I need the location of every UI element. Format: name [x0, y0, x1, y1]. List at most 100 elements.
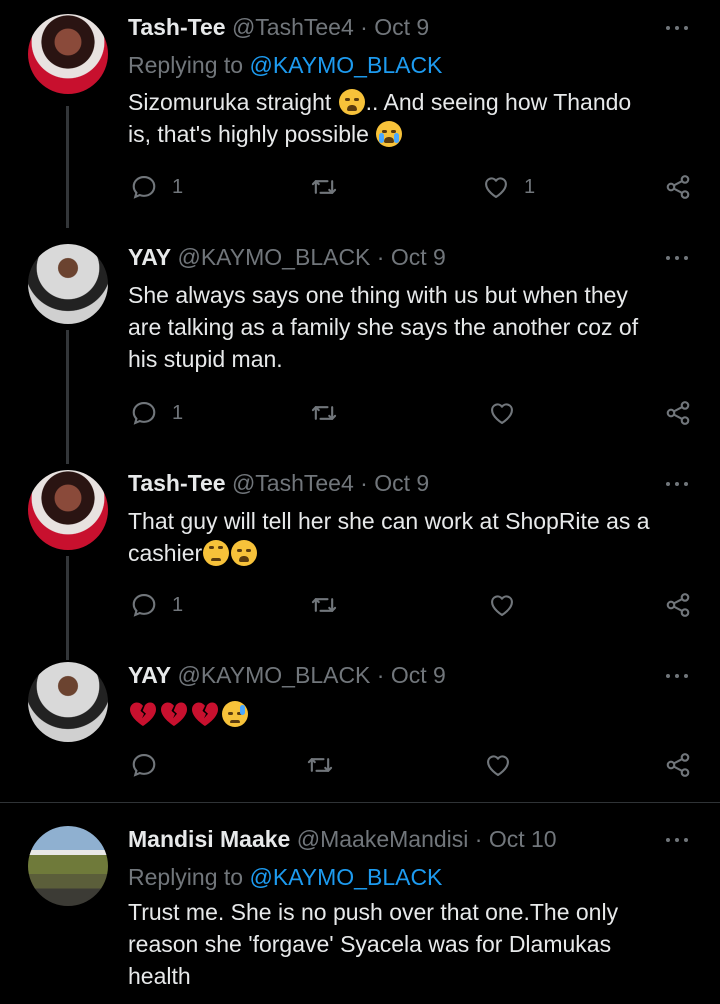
sad-but-relieved-face-emoji: [222, 701, 248, 727]
avatar[interactable]: [28, 470, 108, 550]
reply-button[interactable]: 1: [130, 590, 183, 620]
replying-prefix: Replying to: [128, 52, 244, 78]
display-name[interactable]: Tash-Tee: [128, 470, 226, 496]
display-name[interactable]: Mandisi Maake: [128, 826, 290, 852]
broken-heart-emoji: [159, 700, 189, 728]
like-button[interactable]: [484, 750, 526, 780]
display-name[interactable]: YAY: [128, 244, 171, 270]
tweet-date[interactable]: Oct 9: [391, 244, 446, 270]
user-handle[interactable]: @TashTee4: [232, 14, 354, 40]
text-line: his stupid man.: [128, 346, 283, 372]
more-icon[interactable]: [666, 476, 690, 490]
tweet-4[interactable]: YAY @KAYMO_BLACK · Oct 9: [0, 662, 720, 782]
more-icon[interactable]: [666, 250, 690, 264]
weary-face-emoji: [338, 89, 365, 115]
text-line: are talking as a family she says the ano…: [128, 314, 639, 340]
text-line: She always says one thing with us but wh…: [128, 282, 628, 308]
more-icon[interactable]: [666, 832, 690, 846]
reply-icon: [130, 751, 158, 779]
avatar[interactable]: [28, 826, 108, 906]
avatar[interactable]: [28, 244, 108, 324]
display-name[interactable]: Tash-Tee: [128, 14, 226, 40]
share-icon: [664, 751, 692, 779]
share-button[interactable]: [664, 590, 692, 620]
share-icon: [664, 173, 692, 201]
mention-link[interactable]: @KAYMO_BLACK: [249, 864, 442, 890]
tweet-header: YAY @KAYMO_BLACK · Oct 9: [128, 662, 446, 696]
text-line: health: [128, 963, 191, 989]
text-part: .. And seeing how Thando: [365, 89, 632, 115]
reply-icon: [130, 591, 158, 619]
avatar[interactable]: [28, 14, 108, 94]
conversation-divider: [0, 802, 720, 803]
tweet-2[interactable]: YAY @KAYMO_BLACK · Oct 9 She always says…: [0, 244, 720, 464]
retweet-icon: [306, 751, 334, 779]
like-button[interactable]: 1: [482, 172, 535, 202]
reply-count: 1: [172, 401, 184, 424]
user-handle[interactable]: @KAYMO_BLACK: [177, 662, 370, 688]
more-icon[interactable]: [666, 668, 690, 682]
like-button[interactable]: [488, 398, 530, 428]
tweet-text: That guy will tell her she can work at S…: [128, 505, 688, 569]
display-name[interactable]: YAY: [128, 662, 171, 688]
face-with-rolling-eyes-emoji: [203, 540, 230, 566]
like-button[interactable]: [488, 590, 530, 620]
separator: ·: [376, 662, 385, 688]
separator: ·: [360, 470, 368, 496]
tweet-date[interactable]: Oct 9: [374, 14, 429, 40]
retweet-button[interactable]: [310, 398, 352, 428]
tweet-header: Tash-Tee @TashTee4 · Oct 9: [128, 470, 429, 504]
share-button[interactable]: [664, 750, 692, 780]
tweet-1[interactable]: Tash-Tee @TashTee4 · Oct 9 Replying to @…: [0, 14, 720, 228]
broken-heart-emoji: [190, 700, 220, 728]
tweet-text: Trust me. She is no push over that one.T…: [128, 896, 688, 992]
text-line: Trust me. She is no push over that one.T…: [128, 899, 619, 925]
more-icon[interactable]: [666, 20, 690, 34]
share-button[interactable]: [664, 398, 692, 428]
thread-line: [66, 106, 69, 228]
tweet-date[interactable]: Oct 10: [489, 826, 557, 852]
tweet-5[interactable]: Mandisi Maake @MaakeMandisi · Oct 10 Rep…: [0, 826, 720, 1004]
separator: ·: [360, 14, 368, 40]
text-line: That guy will tell her she can work at S…: [128, 508, 650, 534]
tweet-text: She always says one thing with us but wh…: [128, 279, 688, 375]
tweet-date[interactable]: Oct 9: [374, 470, 429, 496]
share-button[interactable]: [664, 172, 692, 202]
user-handle[interactable]: @MaakeMandisi: [297, 826, 469, 852]
tweet-text: Sizomuruka straight .. And seeing how Th…: [128, 86, 688, 150]
separator: ·: [376, 244, 385, 270]
weary-face-emoji: [231, 540, 258, 566]
tweet-date[interactable]: Oct 9: [391, 662, 446, 688]
crying-face-emoji: [376, 121, 403, 147]
tweet-header: Tash-Tee @TashTee4 · Oct 9: [128, 14, 429, 48]
reply-count: 1: [172, 175, 184, 198]
retweet-icon: [310, 591, 338, 619]
tweet-3[interactable]: Tash-Tee @TashTee4 · Oct 9 That guy will…: [0, 470, 720, 660]
tweet-header: Mandisi Maake @MaakeMandisi · Oct 10: [128, 826, 557, 860]
tweet-actions: 1: [0, 590, 720, 620]
replying-to: Replying to @KAYMO_BLACK: [128, 864, 442, 891]
text-line: reason she 'forgave' Syacela was for Dla…: [128, 931, 612, 957]
mention-link[interactable]: @KAYMO_BLACK: [249, 52, 442, 78]
like-icon: [488, 591, 516, 619]
retweet-button[interactable]: [310, 172, 352, 202]
user-handle[interactable]: @TashTee4: [232, 470, 354, 496]
like-count: 1: [524, 175, 536, 198]
tweet-text: [128, 698, 688, 730]
reply-button[interactable]: 1: [130, 398, 183, 428]
replying-to: Replying to @KAYMO_BLACK: [128, 52, 442, 79]
text-part: is, that's highly possible: [128, 121, 376, 147]
retweet-button[interactable]: [310, 590, 352, 620]
reply-button[interactable]: [130, 750, 172, 780]
thread-line: [66, 330, 69, 464]
user-handle[interactable]: @KAYMO_BLACK: [177, 244, 370, 270]
text-line: cashier: [128, 540, 203, 566]
share-icon: [664, 399, 692, 427]
reply-button[interactable]: 1: [130, 172, 183, 202]
reply-icon: [130, 399, 158, 427]
share-icon: [664, 591, 692, 619]
avatar[interactable]: [28, 662, 108, 742]
text-part: Sizomuruka straight: [128, 89, 338, 115]
replying-prefix: Replying to: [128, 864, 244, 890]
retweet-button[interactable]: [306, 750, 348, 780]
